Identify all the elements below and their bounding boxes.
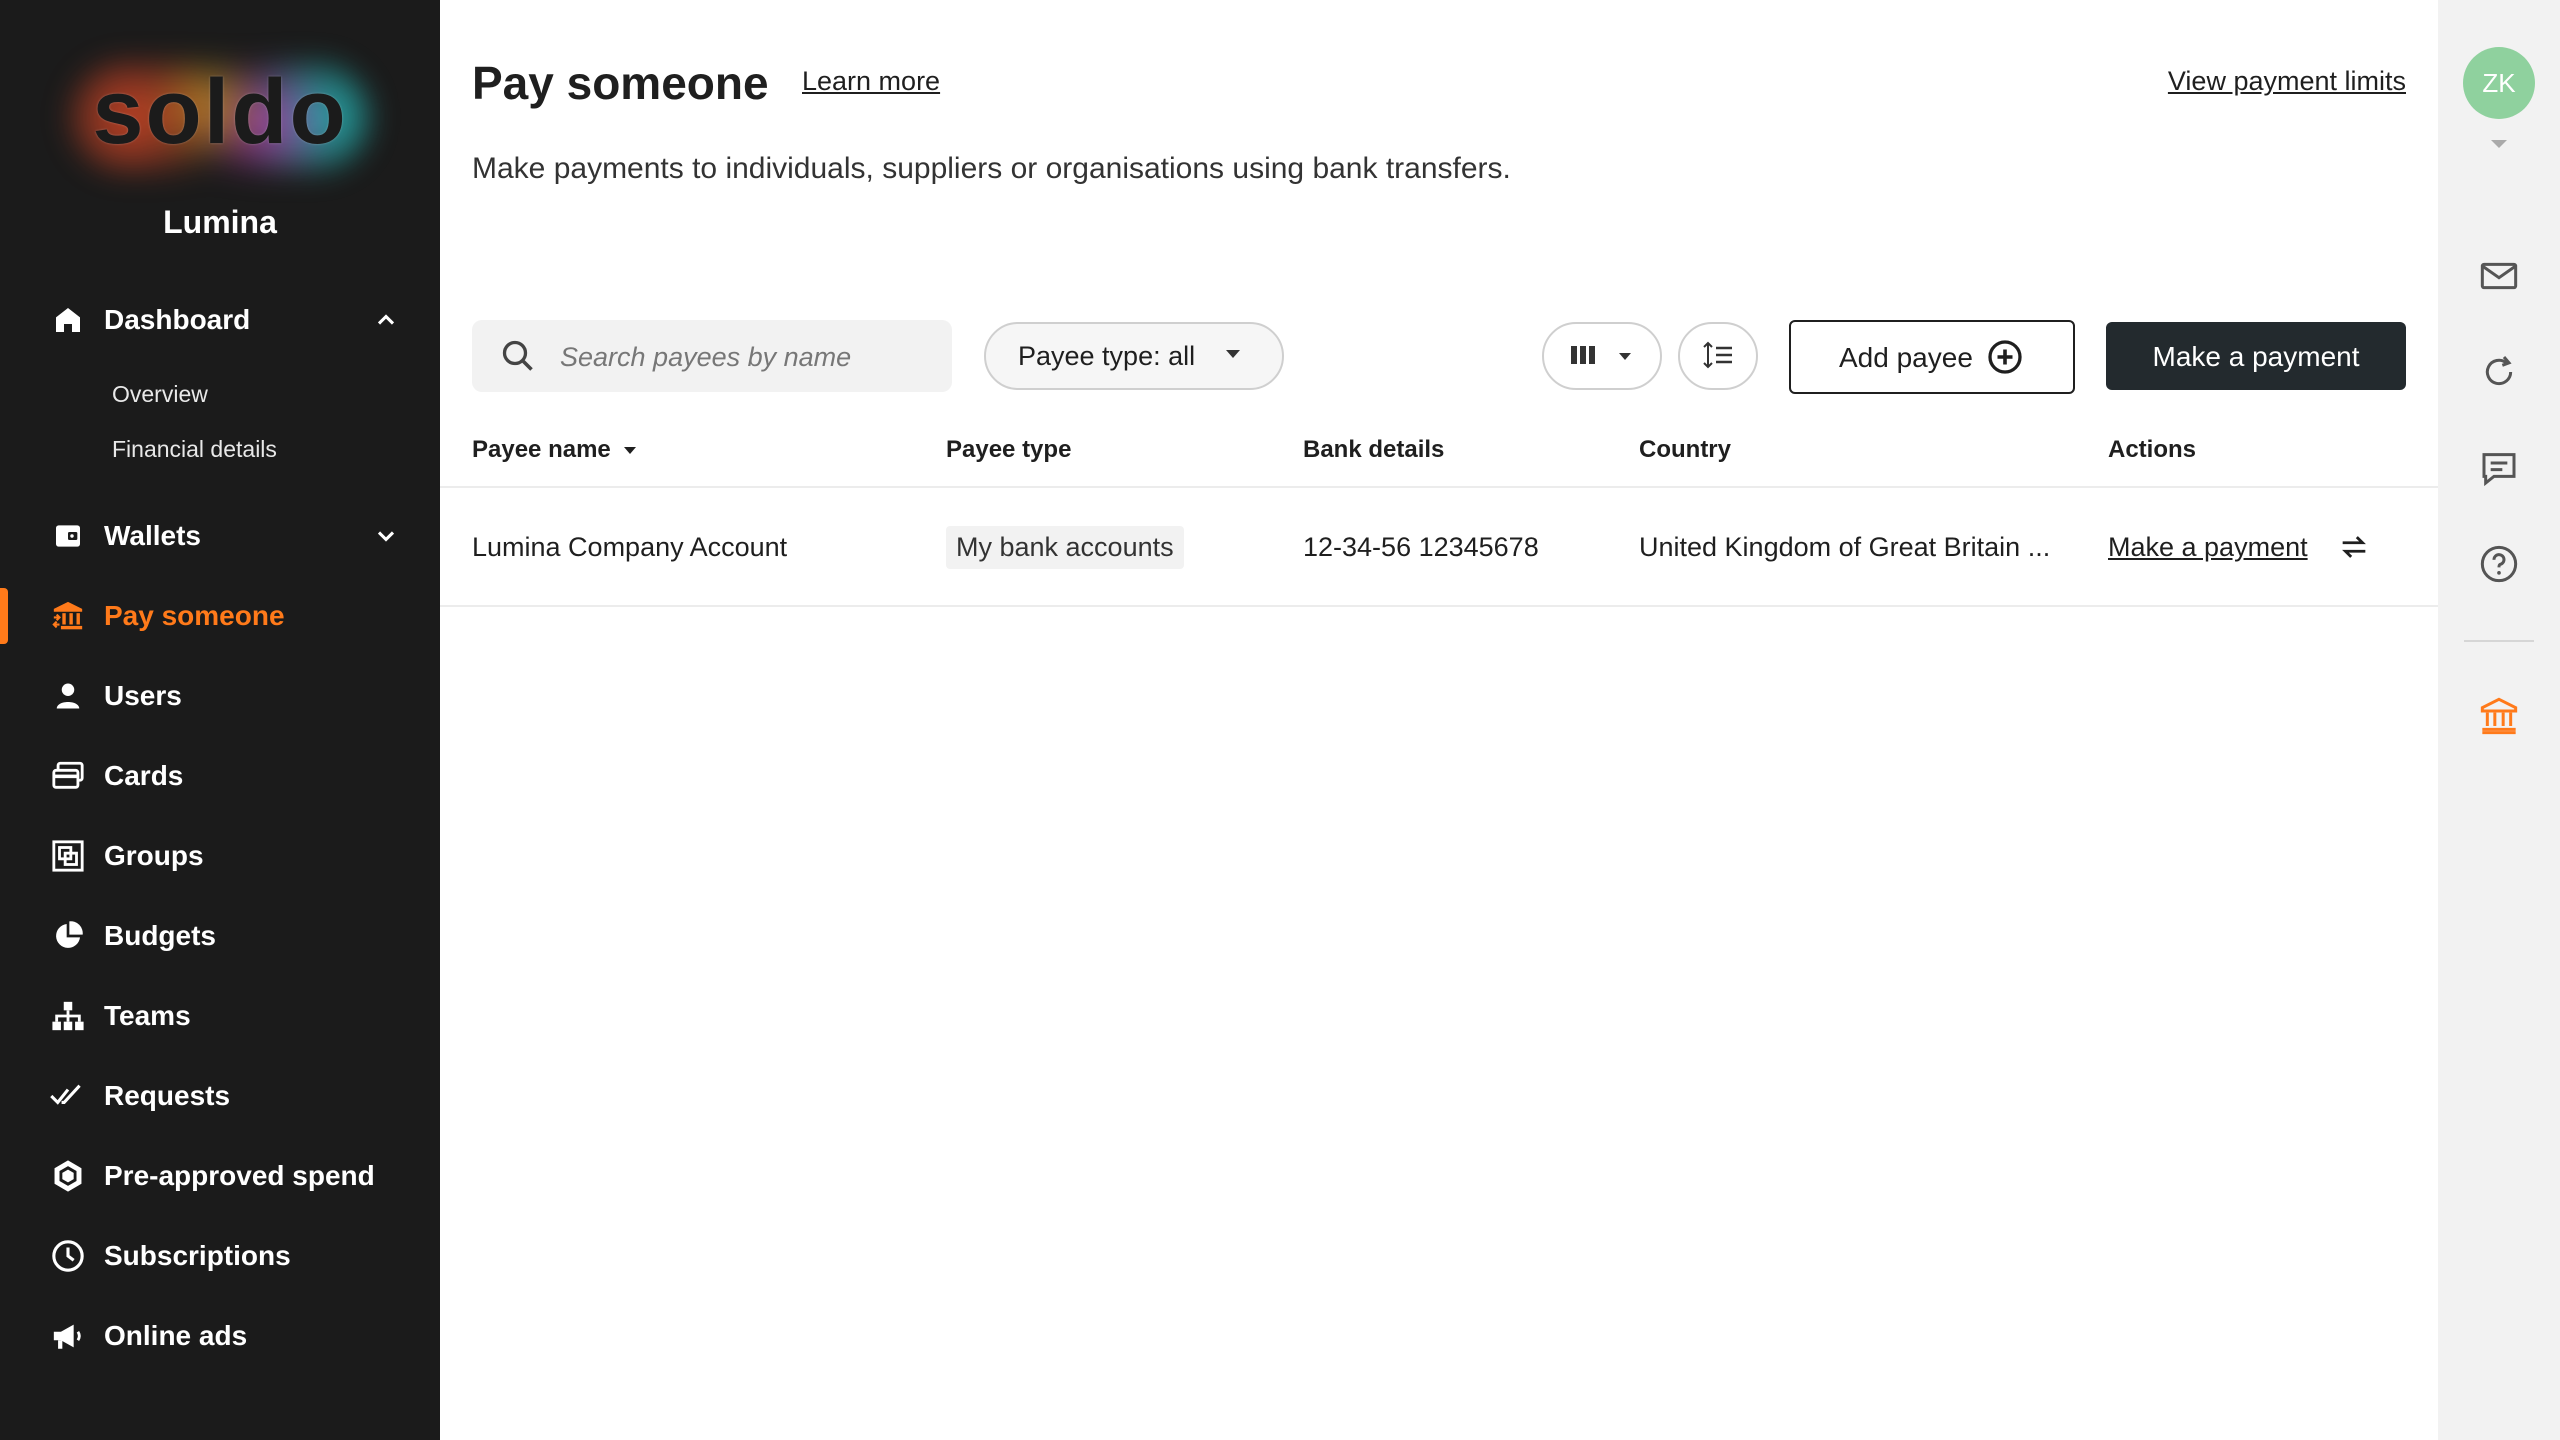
mail-icon[interactable]	[2479, 256, 2519, 296]
sort-caret-icon	[624, 446, 637, 454]
bank-icon[interactable]	[2479, 696, 2519, 736]
sidebar-item-label: Subscriptions	[104, 1240, 291, 1271]
bank-transfer-icon	[48, 596, 88, 636]
search-input[interactable]	[558, 336, 932, 378]
sidebar-subitem-financial-details[interactable]: Financial details	[112, 436, 277, 463]
megaphone-icon	[48, 1316, 88, 1356]
payee-type-filter-label: Payee type: all	[1018, 340, 1196, 371]
groups-icon	[48, 836, 88, 876]
add-payee-button[interactable]: Add payee	[1789, 320, 2075, 394]
organization-name: Lumina	[163, 204, 277, 240]
cell-country: United Kingdom of Great Britain ...	[1639, 532, 2051, 562]
column-header-country: Country	[1639, 436, 1731, 463]
columns-icon	[1571, 346, 1595, 364]
pie-icon	[48, 916, 88, 956]
cell-payee-name: Lumina Company Account	[472, 532, 788, 562]
cell-bank-details: 12-34-56 12345678	[1303, 532, 1539, 562]
sort-list-icon	[1703, 341, 1732, 369]
help-icon[interactable]	[2479, 544, 2519, 584]
add-payee-label: Add payee	[1839, 342, 1973, 373]
cards-icon	[48, 756, 88, 796]
column-header-actions: Actions	[2108, 436, 2197, 463]
payee-type-filter[interactable]: Payee type: all	[984, 322, 1284, 390]
sidebar-item-budgets[interactable]: Budgets	[0, 904, 440, 968]
caret-down-icon	[1226, 350, 1240, 358]
sidebar-item-label: Budgets	[104, 920, 216, 951]
caret-down-icon	[1619, 353, 1631, 360]
sidebar-item-teams[interactable]: Teams	[0, 984, 440, 1048]
search-box[interactable]	[472, 320, 952, 392]
sidebar-item-label: Pre-approved spend	[104, 1160, 375, 1191]
clock-icon	[48, 1236, 88, 1276]
make-a-payment-label: Make a payment	[2152, 341, 2360, 372]
page-subtitle: Make payments to individuals, suppliers …	[472, 152, 1511, 185]
sidebar-item-groups[interactable]: Groups	[0, 824, 440, 888]
page-title: Pay someone	[472, 57, 769, 109]
logo-text: soldo	[92, 61, 348, 163]
table-row-divider	[440, 605, 2438, 607]
column-header-payee-type: Payee type	[946, 436, 1072, 463]
hexagon-check-icon	[48, 1156, 88, 1196]
column-header-payee-name[interactable]: Payee name	[472, 436, 637, 464]
sidebar-item-requests[interactable]: Requests	[0, 1064, 440, 1128]
sidebar-item-label: Pay someone	[104, 600, 285, 631]
refresh-icon[interactable]	[2479, 352, 2519, 392]
sidebar-item-pay-someone[interactable]: Pay someone	[0, 584, 440, 648]
caret-down-icon[interactable]	[2489, 138, 2509, 150]
column-header-bank-details: Bank details	[1303, 436, 1445, 463]
sidebar-item-subscriptions[interactable]: Subscriptions	[0, 1224, 440, 1288]
sidebar-item-label: Users	[104, 680, 182, 711]
sidebar-item-wallets[interactable]: Wallets	[0, 504, 440, 568]
home-icon	[48, 300, 88, 340]
transfer-arrows-icon[interactable]	[2336, 530, 2372, 564]
rail-divider	[2464, 640, 2534, 642]
double-check-icon	[48, 1076, 88, 1116]
column-header-label: Payee name	[472, 436, 611, 463]
sort-button[interactable]	[1678, 322, 1758, 390]
row-make-a-payment-link[interactable]: Make a payment	[2108, 532, 2308, 563]
sidebar-subitem-overview[interactable]: Overview	[112, 381, 208, 408]
make-a-payment-button[interactable]: Make a payment	[2106, 322, 2406, 390]
sidebar-item-label: Groups	[104, 840, 204, 871]
right-rail: ZK	[2438, 0, 2560, 1440]
sidebar-item-online-ads[interactable]: Online ads	[0, 1304, 440, 1368]
user-icon	[48, 676, 88, 716]
sidebar-item-label: Wallets	[104, 520, 201, 551]
view-payment-limits-link[interactable]: View payment limits	[2168, 66, 2406, 97]
sidebar-item-label: Requests	[104, 1080, 231, 1111]
chevron-down-icon[interactable]	[372, 522, 400, 550]
sidebar: soldo Lumina Dashboard Overview Financia…	[0, 0, 440, 1440]
soldo-logo[interactable]: soldo	[60, 52, 380, 192]
sidebar-item-dashboard[interactable]: Dashboard	[0, 288, 440, 352]
wallet-icon	[48, 516, 88, 556]
table-header-divider	[440, 486, 2438, 488]
hierarchy-icon	[48, 996, 88, 1036]
learn-more-link[interactable]: Learn more	[802, 66, 940, 97]
chat-icon[interactable]	[2479, 448, 2519, 488]
column-settings-button[interactable]	[1542, 322, 1662, 390]
sidebar-item-pre-approved-spend[interactable]: Pre-approved spend	[0, 1144, 440, 1208]
sidebar-item-label: Online ads	[104, 1320, 248, 1351]
main-content: Pay someone Learn more View payment limi…	[440, 0, 2438, 1440]
plus-circle-icon	[1988, 340, 2022, 374]
avatar[interactable]: ZK	[2463, 47, 2535, 119]
sidebar-item-users[interactable]: Users	[0, 664, 440, 728]
sidebar-item-label: Cards	[104, 760, 184, 791]
payee-type-tag: My bank accounts	[946, 526, 1184, 569]
sidebar-item-cards[interactable]: Cards	[0, 744, 440, 808]
sidebar-item-label: Dashboard	[104, 304, 251, 335]
search-icon	[502, 340, 533, 371]
chevron-up-icon[interactable]	[372, 306, 400, 334]
sidebar-item-label: Teams	[104, 1000, 191, 1031]
